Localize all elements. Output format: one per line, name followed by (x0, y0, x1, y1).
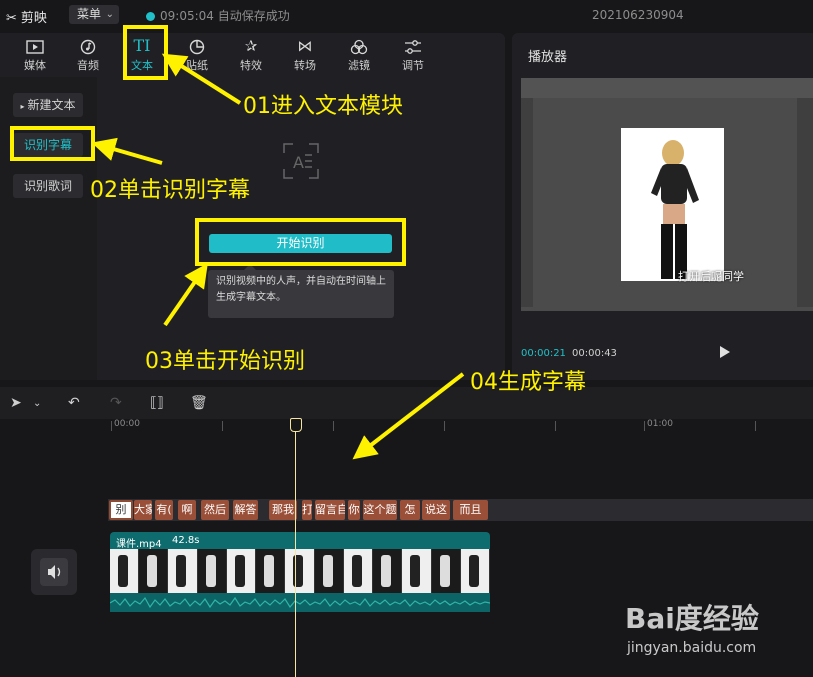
annotation-step2: 02单击识别字幕 (90, 178, 250, 203)
baidu-jingyan-watermark-logo: Bai度经验 (625, 602, 759, 635)
arrow-step3 (163, 263, 208, 327)
annotation-step1: 01进入文本模块 (243, 94, 403, 119)
annotation-arrows (91, 53, 465, 460)
arrow-step4 (352, 372, 465, 460)
arrow-step2 (91, 137, 163, 165)
annotation-step4: 04生成字幕 (470, 370, 586, 395)
arrow-step1 (161, 53, 242, 105)
annotation-step3: 03单击开始识别 (145, 349, 305, 374)
watermark-url: jingyan.baidu.com (627, 640, 757, 656)
